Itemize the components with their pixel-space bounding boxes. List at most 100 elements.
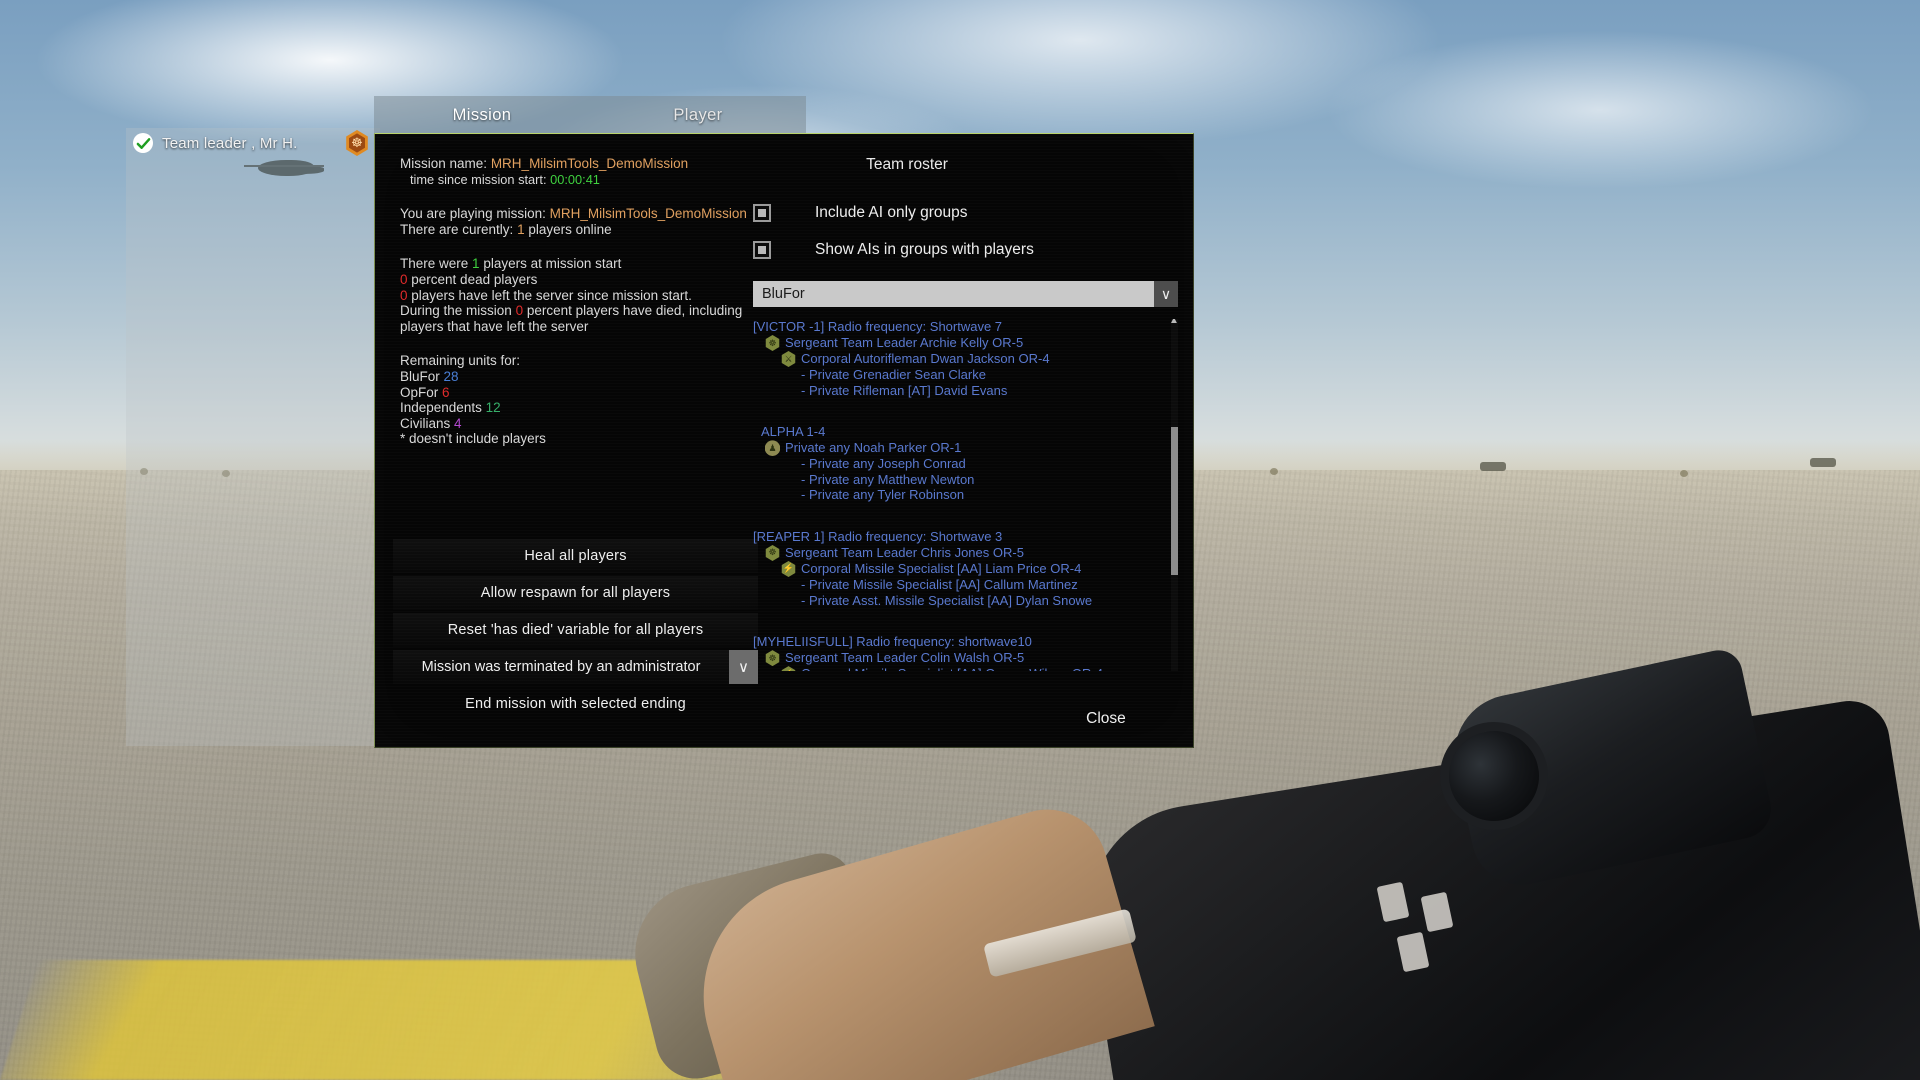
roster-member[interactable]: ♟ Private any Noah Parker OR-1 [753, 440, 1158, 456]
players-left-value: 0 [400, 287, 408, 303]
roster-member[interactable]: ⚡ Corporal Missile Specialist [AA] Grego… [753, 666, 1158, 671]
roster-member[interactable]: - Private any Joseph Conrad [753, 456, 1158, 472]
roster-member-label: Sergeant Team Leader Archie Kelly OR-5 [785, 335, 1024, 351]
faction-count: 12 [485, 400, 501, 416]
players-online-row: There are curently: 1 players online [400, 222, 750, 238]
checkbox-show-ais-in-groups-with-players[interactable]: Show AIs in groups with players [753, 241, 1178, 259]
checkbox-label: Show AIs in groups with players [815, 241, 1034, 258]
checkbox-include-ai-only-groups[interactable]: Include AI only groups [753, 204, 1178, 222]
roster-group: [REAPER 1] Radio frequency: Shortwave 3 … [753, 529, 1158, 608]
mission-name-value: MRH_MilsimTools_DemoMission [490, 156, 689, 171]
roster-member[interactable]: - Private Asst. Missile Specialist [AA] … [753, 593, 1158, 609]
roster-member-label: Sergeant Team Leader Colin Walsh OR-5 [785, 650, 1025, 666]
tab-player[interactable]: Player [590, 96, 806, 134]
roster-scroll-thumb[interactable] [1171, 427, 1178, 575]
roster-group-header: ALPHA 1-4 [761, 424, 826, 440]
checkmark-icon [133, 133, 153, 153]
team-roster-panel: Team roster Include AI only groups Show … [753, 156, 1178, 671]
bush [1680, 470, 1688, 477]
roster-member[interactable]: - Private Grenadier Sean Clarke [753, 367, 1158, 383]
distant-vehicle [1810, 458, 1836, 467]
close-button[interactable]: Close [1041, 703, 1171, 735]
roster-member[interactable]: ☸ Sergeant Team Leader Colin Walsh OR-5 [753, 650, 1158, 667]
bush [1270, 468, 1278, 475]
players-at-start-suffix: players at mission start [483, 256, 622, 272]
roster-member[interactable]: - Private any Matthew Newton [753, 472, 1158, 488]
time-since-start-label: time since mission start: [410, 171, 547, 187]
roster-group-header: [MYHELIISFULL] Radio frequency: shortwav… [753, 634, 1032, 650]
roster-member[interactable]: ⚔ Corporal Autorifleman Dwan Jackson OR-… [753, 351, 1158, 367]
dialog-tabbar: Mission Player [374, 96, 806, 134]
ending-select-row: Mission was terminated by an administrat… [393, 650, 758, 684]
during-mission-prefix: During the mission [400, 303, 512, 319]
hud-group-row: Team leader , Mr H. [126, 128, 380, 158]
missile-specialist-icon: ⚡ [781, 666, 796, 671]
roster-group-header: [VICTOR -1] Radio frequency: Shortwave 7 [753, 319, 1003, 334]
faction-name: BluFor [400, 368, 440, 384]
percent-dead-row: 0 percent dead players [400, 272, 750, 288]
allow-respawn-button[interactable]: Allow respawn for all players [393, 576, 758, 610]
roster-member[interactable]: - Private Rifleman [AT] David Evans [753, 383, 1158, 399]
during-mission-value: 0 [515, 303, 524, 319]
during-mission-line2: players that have left the server [400, 318, 589, 334]
distant-vehicle [1480, 462, 1506, 471]
roster-list-inner: [VICTOR -1] Radio frequency: Shortwave 7… [753, 319, 1158, 671]
roster-member-label: Corporal Autorifleman Dwan Jackson OR-4 [801, 351, 1050, 367]
playing-mission-value: MRH_MilsimTools_DemoMission [549, 206, 747, 222]
scroll-up-icon[interactable]: ▲ [1169, 319, 1178, 327]
players-left-row: 0 players have left the server since mis… [400, 288, 750, 304]
roster-member-label: Corporal Missile Specialist [AA] Liam Pr… [801, 561, 1082, 577]
roster-group: [VICTOR -1] Radio frequency: Shortwave 7… [753, 319, 1158, 398]
checkbox-icon[interactable] [753, 204, 771, 222]
roster-member-label: Private any Noah Parker OR-1 [785, 440, 962, 456]
game-screen: Team leader , Mr H. ☸ Mission Player Mis… [0, 0, 1920, 1080]
missile-specialist-icon: ⚡ [781, 560, 796, 577]
faction-row-civilians: Civilians 4 [400, 416, 750, 432]
faction-name: OpFor [400, 384, 439, 400]
players-online-value: 1 [517, 221, 525, 237]
players-at-start-row: There were 1 players at mission start [400, 256, 750, 272]
roster-scrollbar[interactable] [1171, 319, 1178, 671]
percent-dead-suffix: percent dead players [411, 271, 538, 287]
players-at-start-value: 1 [472, 256, 480, 272]
squad-leader-icon: ☸ [765, 650, 780, 667]
roster-member[interactable]: - Private Missile Specialist [AA] Callum… [753, 577, 1158, 593]
autorifleman-icon: ⚔ [781, 351, 796, 367]
time-since-start-value: 00:00:41 [550, 171, 600, 187]
remaining-units-header: Remaining units for: [400, 353, 521, 369]
mission-name-row: Mission name: MRH_MilsimTools_DemoMissio… [400, 156, 750, 172]
heal-all-players-button[interactable]: Heal all players [393, 539, 758, 573]
side-select[interactable]: BluFor ∨ [753, 281, 1178, 307]
players-left-suffix: players have left the server since missi… [411, 287, 692, 303]
mission-info-panel: Mission name: MRH_MilsimTools_DemoMissio… [400, 156, 750, 447]
faction-count: 4 [454, 415, 462, 431]
admin-dialog: Mission name: MRH_MilsimTools_DemoMissio… [374, 133, 1194, 748]
team-roster-title: Team roster [866, 156, 948, 173]
chevron-down-icon[interactable]: ∨ [1154, 281, 1178, 307]
roster-list[interactable]: [VICTOR -1] Radio frequency: Shortwave 7… [753, 319, 1178, 671]
roster-member[interactable]: - Private any Tyler Robinson [753, 487, 1158, 503]
players-at-start-prefix: There were [400, 256, 469, 272]
squad-leader-icon: ☸ [765, 544, 780, 561]
reset-has-died-button[interactable]: Reset 'has died' variable for all player… [393, 613, 758, 647]
admin-actions: Heal all players Allow respawn for all p… [393, 539, 758, 724]
roster-member[interactable]: ⚡ Corporal Missile Specialist [AA] Liam … [753, 560, 1158, 577]
roster-member-label: Sergeant Team Leader Chris Jones OR-5 [785, 545, 1024, 561]
faction-name: Independents [400, 400, 482, 416]
end-mission-button[interactable]: End mission with selected ending [393, 687, 758, 721]
faction-count: 6 [442, 384, 450, 400]
players-online-suffix: players online [528, 221, 612, 237]
checkbox-icon[interactable] [753, 241, 771, 259]
faction-count: 28 [443, 368, 459, 384]
hud-group-panel [126, 128, 380, 746]
faction-name: Civilians [400, 415, 451, 431]
roster-member[interactable]: ☸ Sergeant Team Leader Archie Kelly OR-5 [753, 335, 1158, 351]
side-select-value[interactable]: BluFor [753, 281, 1154, 307]
ending-select-value[interactable]: Mission was terminated by an administrat… [393, 650, 729, 684]
mission-name-label: Mission name: [400, 156, 488, 171]
checkbox-label: Include AI only groups [815, 204, 968, 221]
roster-member[interactable]: ☸ Sergeant Team Leader Chris Jones OR-5 [753, 544, 1158, 561]
roster-member-label: Corporal Missile Specialist [AA] Gregor … [801, 666, 1103, 671]
time-since-start-row: time since mission start: 00:00:41 [400, 172, 750, 188]
tab-mission[interactable]: Mission [374, 96, 590, 134]
